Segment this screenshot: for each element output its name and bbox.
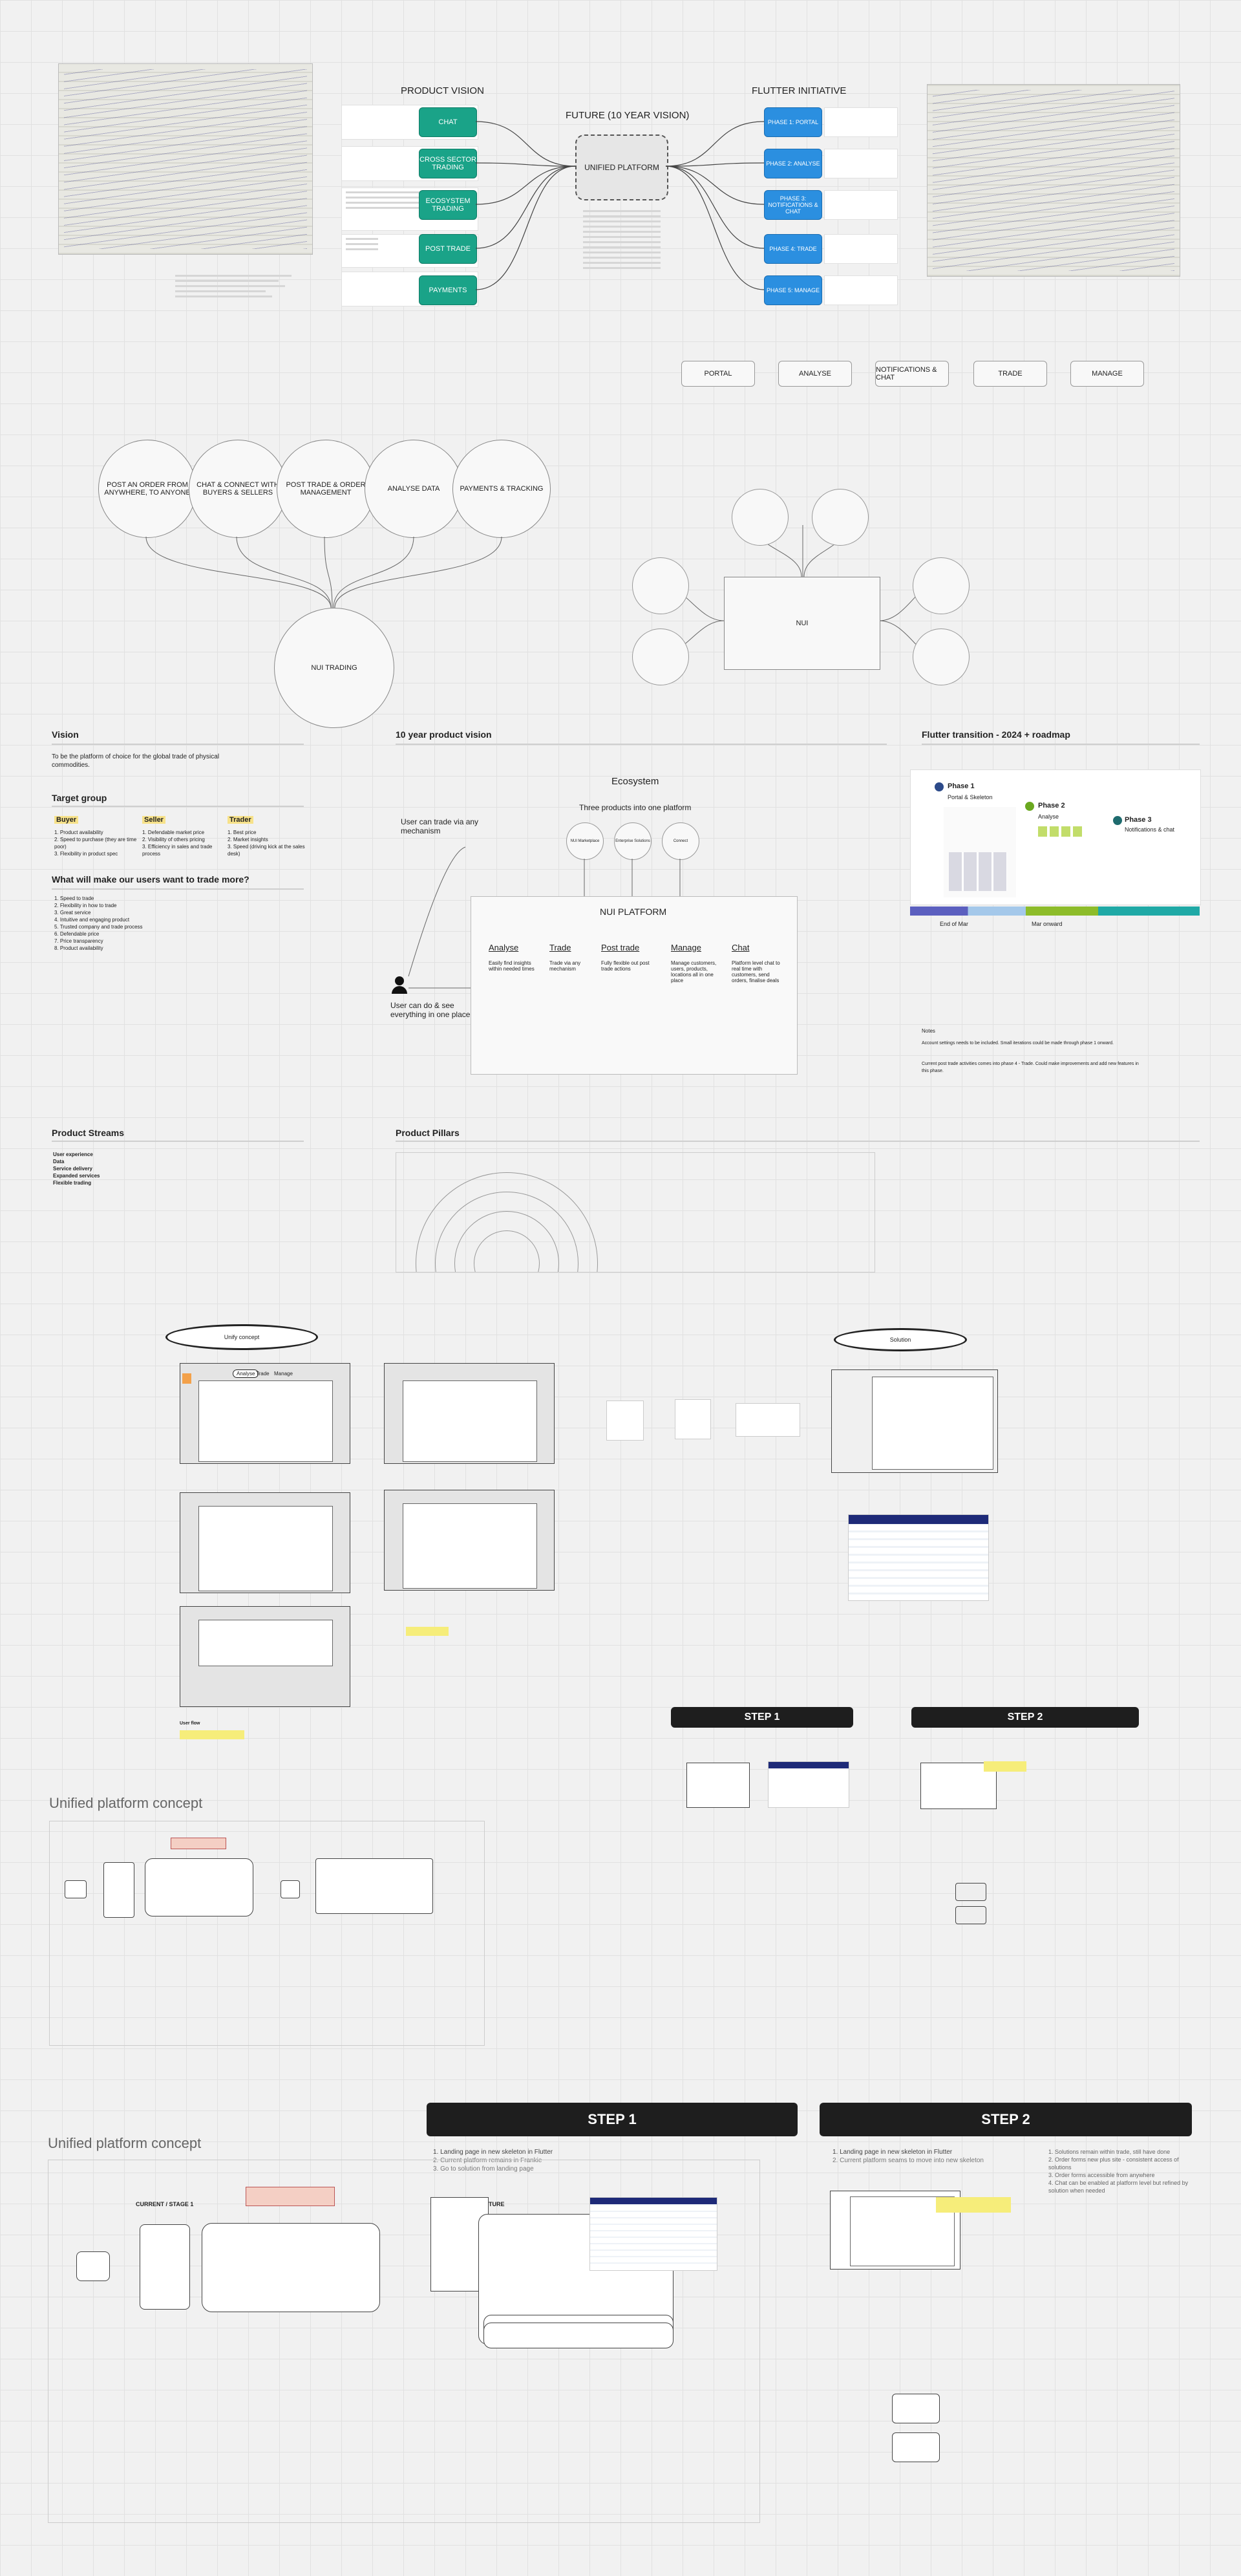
concept-title-bottom: Unified platform concept — [48, 2135, 202, 2151]
data-table-3 — [736, 1403, 800, 1437]
concept-mid-node — [65, 1880, 87, 1898]
wire-nav-trade: Trade — [256, 1371, 270, 1377]
concept-bottom-node — [76, 2251, 110, 2281]
phase1-dot — [935, 782, 944, 791]
wire-nav-manage: Manage — [274, 1371, 293, 1377]
phase2-name: Phase 2 — [1038, 802, 1065, 810]
pillars-box — [396, 1152, 875, 1272]
roadmap-timeline — [910, 907, 1200, 916]
roadmap-title: Flutter transition - 2024 + roadmap — [922, 729, 1070, 740]
concept-title-mid: Unified platform concept — [49, 1795, 203, 1811]
platform-col-chat: Chat Platform level chat to real time wi… — [732, 943, 780, 983]
concept-mid-right-node — [281, 1880, 300, 1898]
sticky-row-2 — [180, 1730, 244, 1739]
platform-col-trade: Trade Trade via any mechanism — [549, 943, 581, 972]
phase2-sub: Analyse — [1038, 813, 1059, 820]
wire-trade-2 — [384, 1490, 555, 1591]
platform-col-post-trade: Post trade Fully flexible out post trade… — [601, 943, 650, 972]
pillars-rule — [396, 1141, 1200, 1142]
roadmap-rule — [922, 744, 1200, 745]
pillars-title: Product Pillars — [396, 1128, 460, 1138]
step2-right-note: 3. Order forms accessible from anywhere — [1048, 2172, 1155, 2178]
current-stage-label: CURRENT / STAGE 1 — [136, 2201, 194, 2207]
wire-nav-analyse: Analyse — [233, 1369, 259, 1378]
step2-right-notes: 1. Solutions remain within trade, still … — [1048, 2148, 1193, 2195]
step2-bar: STEP 2 — [820, 2103, 1192, 2136]
concept-mid-stack — [103, 1862, 134, 1918]
step2-bar-mid: STEP 2 — [911, 1707, 1139, 1728]
streams-list: User experience Data Service delivery Expan… — [53, 1152, 100, 1186]
step2-bottom-small-1 — [892, 2394, 940, 2423]
roadmap-notes-title: Notes — [922, 1028, 935, 1034]
phase1-mockup — [944, 807, 1016, 897]
concept-bottom-panel — [202, 2223, 380, 2312]
wire-trade-1 — [180, 1492, 350, 1593]
step2-bottom-small-2 — [892, 2432, 940, 2462]
step2-mid-sticky — [984, 1761, 1026, 1772]
platform-col-analyse: Analyse Easily find insights within need… — [489, 943, 535, 972]
phase3-sub: Notifications & chat — [1125, 826, 1175, 833]
wire-analyse-1 — [180, 1363, 350, 1464]
step1-bar-mid: STEP 1 — [671, 1707, 853, 1728]
step2-mid-small-2 — [955, 1906, 986, 1924]
step1-bar: STEP 1 — [427, 2103, 798, 2136]
step2-right-note: 4. Chat can be enabled at platform level… — [1048, 2180, 1189, 2194]
roadmap-note-1: Account settings needs to be included. S… — [922, 1041, 1114, 1046]
timeline-mar-onward: Mar onward — [1032, 921, 1063, 927]
step2-right-note: 1. Solutions remain within trade, still … — [1048, 2149, 1171, 2155]
nui-platform-box — [471, 896, 798, 1075]
data-table-1 — [606, 1401, 644, 1441]
user-flow-label: User flow — [180, 1721, 200, 1726]
wire-analyse-2 — [384, 1363, 555, 1464]
step2-note: 2. Current platform seams to move into n… — [833, 2157, 984, 2164]
phase1-name: Phase 1 — [948, 782, 975, 790]
step1-mid-table — [768, 1761, 849, 1808]
step2-mid-small-1 — [955, 1883, 986, 1901]
data-table-2 — [675, 1399, 711, 1439]
step2-notes: 1. Landing page in new skeleton in Flutt… — [833, 2148, 1020, 2165]
phase3-dot — [1113, 816, 1122, 825]
concept-frame-mid — [49, 1821, 485, 2046]
phase1-sub: Portal & Skeleton — [948, 794, 993, 800]
step2-note: 1. Landing page in new skeleton in Flutt… — [833, 2149, 953, 2156]
concept-bottom-stack — [140, 2224, 190, 2310]
concept-orange-box-bottom — [246, 2187, 335, 2206]
phase3-name: Phase 3 — [1125, 816, 1152, 824]
step1-bottom-table — [589, 2197, 717, 2271]
step1-note: 1. Landing page in new skeleton in Flutt… — [433, 2149, 553, 2156]
step2-right-note: 2. Order forms new plus site - consisten… — [1048, 2156, 1179, 2171]
roadmap-note-2: Current post trade activities comes into… — [922, 1062, 1139, 1073]
nui-platform-title: NUI PLATFORM — [600, 907, 667, 917]
sticky-row-1 — [406, 1627, 449, 1636]
concept-mid-panel — [145, 1858, 253, 1916]
wire-orange-marker — [182, 1373, 191, 1384]
solution-screen — [831, 1369, 998, 1473]
phase2-dot — [1025, 802, 1034, 811]
solution-table — [848, 1514, 989, 1601]
ellipse-solution: Solution — [834, 1328, 967, 1351]
platform-col-manage: Manage Manage customers, users, products… — [671, 943, 717, 983]
streams-title: Product Streams — [52, 1128, 125, 1138]
step2-bottom-sticky — [936, 2197, 1011, 2213]
phase2-squares — [1038, 826, 1083, 837]
streams-rule — [52, 1141, 304, 1142]
step1-bottom-footer — [483, 2323, 674, 2348]
wire-manage-1 — [180, 1606, 350, 1707]
timeline-end-mar: End of Mar — [940, 921, 969, 927]
ellipse-unify-concept: Unify concept — [165, 1324, 318, 1350]
concept-mid-right-panel — [315, 1858, 433, 1914]
concept-orange-box-mid — [171, 1838, 226, 1849]
step1-mid-mock — [686, 1763, 750, 1808]
